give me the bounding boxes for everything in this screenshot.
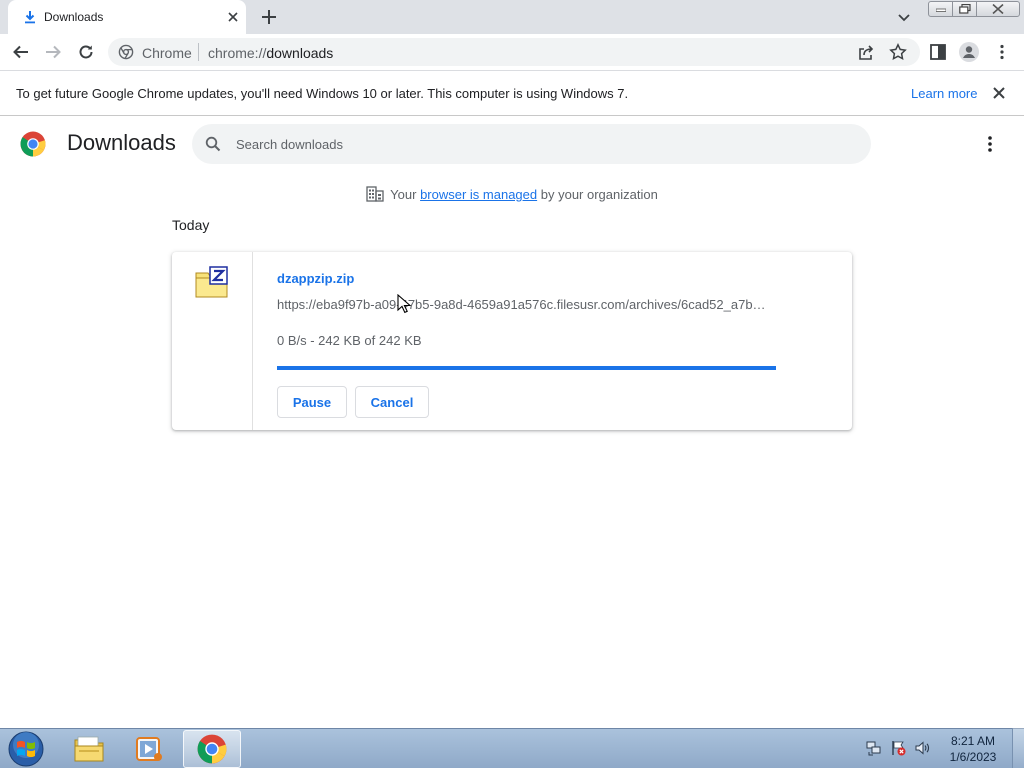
address-bar[interactable]: Chrome chrome://downloads	[108, 38, 920, 66]
forward-arrow-icon[interactable]	[44, 43, 62, 61]
download-source-url[interactable]: https://eba9f97b-a09-47b5-9a8d-4659a91a5…	[277, 297, 777, 312]
search-input[interactable]	[236, 124, 836, 164]
download-item-card: dzappzip.zip https://eba9f97b-a09-47b5-9…	[172, 252, 852, 430]
zip-file-icon[interactable]	[195, 266, 229, 298]
more-actions-icon[interactable]	[981, 134, 999, 154]
managed-notice: Your browser is managed by your organiza…	[0, 186, 1024, 202]
clock-time: 8:21 AM	[950, 734, 996, 748]
clock-date: 1/6/2023	[949, 750, 997, 764]
download-file-name-link[interactable]: dzappzip.zip	[277, 271, 354, 286]
omnibox-url[interactable]: chrome://downloads	[208, 45, 333, 61]
network-icon[interactable]	[866, 740, 882, 756]
infobar-message: To get future Google Chrome updates, you…	[16, 86, 629, 101]
show-desktop-button[interactable]	[1012, 728, 1024, 768]
cancel-button[interactable]: Cancel	[355, 386, 429, 418]
browser-toolbar: Chrome chrome://downloads	[0, 34, 1024, 71]
download-icon	[25, 11, 35, 24]
managed-suffix: by your organization	[540, 187, 658, 202]
download-status: 0 B/s - 242 KB of 242 KB	[277, 333, 422, 348]
date-section-label: Today	[172, 217, 210, 233]
taskbar-media-player[interactable]	[120, 730, 178, 768]
bookmark-star-icon[interactable]	[889, 43, 907, 61]
restore-icon	[958, 4, 971, 14]
taskbar-windows-explorer[interactable]	[60, 730, 118, 768]
media-player-icon	[136, 737, 162, 761]
update-infobar: To get future Google Chrome updates, you…	[0, 71, 1024, 116]
chrome-menu-icon[interactable]	[993, 43, 1011, 61]
chrome-icon	[197, 734, 227, 764]
chrome-page-icon[interactable]	[118, 44, 134, 60]
building-icon	[366, 186, 384, 202]
close-infobar-icon[interactable]	[992, 86, 1006, 100]
back-arrow-icon[interactable]	[12, 43, 30, 61]
browser-managed-link[interactable]: browser is managed	[420, 187, 537, 202]
restore-button[interactable]	[952, 1, 977, 17]
windows-start-orb-icon	[8, 731, 44, 767]
taskbar-google-chrome[interactable]	[183, 730, 241, 768]
mouse-cursor-icon	[397, 294, 411, 314]
url-scheme: chrome://	[208, 45, 267, 61]
share-icon[interactable]	[857, 43, 875, 61]
start-button[interactable]	[6, 730, 46, 768]
side-panel-icon[interactable]	[929, 43, 947, 61]
tab-strip: Downloads	[0, 0, 1024, 34]
tab-title: Downloads	[44, 10, 104, 24]
profile-avatar-icon[interactable]	[959, 42, 979, 62]
chrome-logo	[20, 131, 46, 157]
close-tab-icon[interactable]	[226, 10, 240, 24]
minimize-button[interactable]	[928, 1, 953, 17]
chevron-down-icon[interactable]	[896, 9, 912, 25]
learn-more-link[interactable]: Learn more	[911, 86, 977, 101]
tab-downloads[interactable]: Downloads	[8, 0, 246, 34]
folder-icon	[74, 736, 104, 762]
download-progress-bar	[277, 366, 776, 370]
page-title: Downloads	[67, 130, 176, 155]
omnibox-site-label: Chrome	[142, 45, 192, 61]
omnibox-divider	[198, 43, 199, 61]
minimize-icon	[935, 8, 946, 12]
taskbar-clock[interactable]: 8:21 AM 1/6/2023	[944, 733, 1002, 765]
search-icon[interactable]	[205, 136, 221, 152]
pause-button[interactable]: Pause	[277, 386, 347, 418]
reload-icon[interactable]	[77, 43, 95, 61]
url-path: downloads	[266, 45, 334, 61]
managed-prefix: Your	[390, 187, 417, 202]
volume-icon[interactable]	[914, 740, 930, 756]
close-window-button[interactable]	[976, 1, 1020, 17]
download-progress-fill	[277, 366, 776, 370]
file-icon-column	[172, 252, 253, 430]
new-tab-icon[interactable]	[260, 8, 278, 26]
action-center-flag-icon[interactable]	[890, 740, 906, 756]
search-downloads-bar[interactable]	[192, 124, 871, 164]
close-icon	[992, 4, 1004, 14]
